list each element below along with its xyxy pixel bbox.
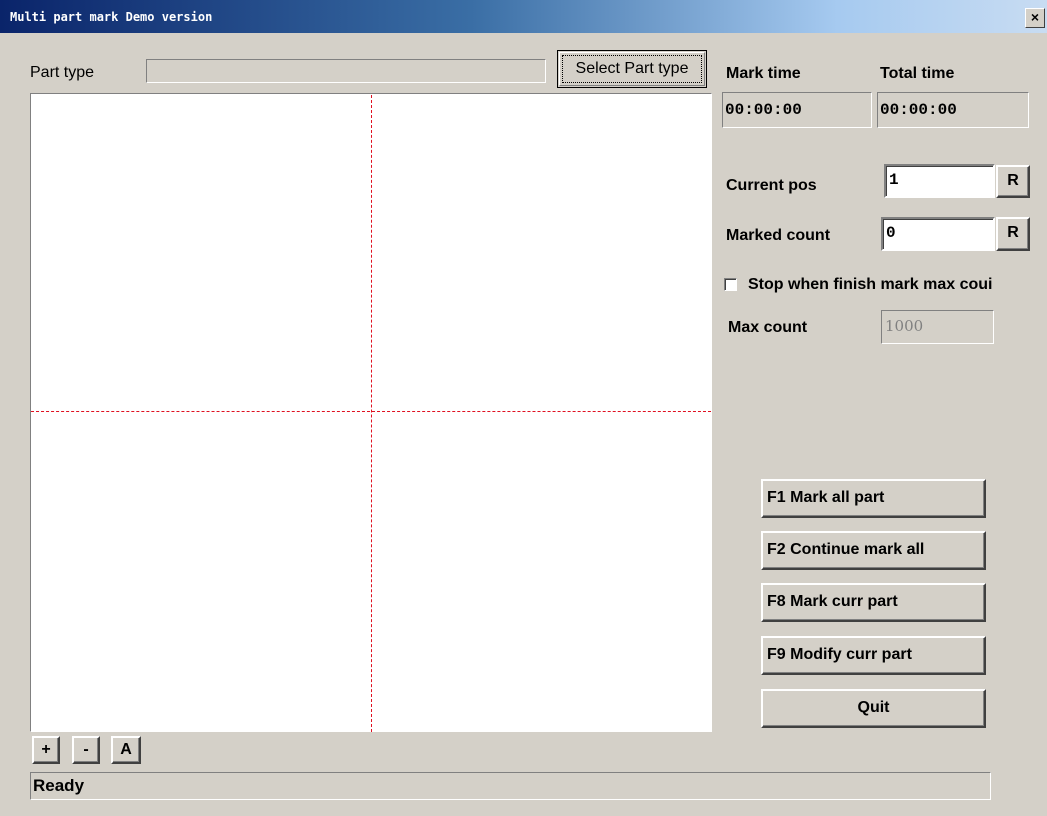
crosshair-horizontal [31, 411, 711, 412]
select-part-type-label: Select Part type [562, 55, 702, 83]
quit-label: Quit [857, 699, 890, 716]
select-part-type-button[interactable]: Select Part type [557, 50, 707, 88]
quit-button[interactable]: Quit [761, 689, 986, 728]
marked-count-value: 0 [886, 224, 896, 242]
mark-all-button[interactable]: F1 Mark all part [761, 479, 986, 518]
auto-fit-label: A [120, 741, 132, 758]
close-button[interactable]: × [1025, 8, 1045, 28]
current-pos-reset-label: R [1007, 172, 1019, 189]
mark-time-field: 00:00:00 [722, 92, 872, 128]
mark-curr-part-button[interactable]: F8 Mark curr part [761, 583, 986, 622]
current-pos-value: 1 [889, 171, 899, 189]
part-type-label: Part type [30, 64, 95, 81]
zoom-in-button[interactable]: + [32, 736, 60, 764]
crosshair-vertical [371, 95, 372, 732]
current-pos-input[interactable]: 1 [884, 164, 995, 198]
stop-max-count-checkbox[interactable] [724, 278, 737, 291]
marked-count-input[interactable]: 0 [881, 217, 995, 251]
total-time-value: 00:00:00 [880, 101, 957, 119]
max-count-label: Max count [728, 319, 808, 336]
continue-mark-all-button[interactable]: F2 Continue mark all [761, 531, 986, 570]
mark-curr-part-label: F8 Mark curr part [767, 593, 898, 610]
part-type-field [146, 59, 546, 83]
mark-time-value: 00:00:00 [725, 101, 802, 119]
zoom-in-label: + [41, 741, 51, 758]
part-type-value [147, 63, 151, 79]
total-time-label: Total time [880, 65, 955, 82]
mark-all-label: F1 Mark all part [767, 489, 885, 506]
marked-count-reset-label: R [1007, 224, 1019, 241]
marked-count-reset-button[interactable]: R [996, 217, 1030, 251]
status-text: Ready [33, 776, 85, 795]
max-count-value: 1000 [885, 317, 924, 335]
status-bar: Ready [30, 772, 991, 800]
current-pos-reset-button[interactable]: R [996, 165, 1030, 198]
continue-mark-all-label: F2 Continue mark all [767, 541, 925, 558]
modify-curr-part-button[interactable]: F9 Modify curr part [761, 636, 986, 675]
current-pos-label: Current pos [726, 177, 817, 194]
marked-count-label: Marked count [726, 227, 831, 244]
zoom-out-label: - [83, 741, 89, 758]
auto-fit-button[interactable]: A [111, 736, 141, 764]
max-count-input: 1000 [881, 310, 994, 344]
zoom-out-button[interactable]: - [72, 736, 100, 764]
window-title: Multi part mark Demo version [10, 10, 213, 24]
stop-max-count-label[interactable]: Stop when finish mark max coui [748, 274, 1044, 296]
mark-time-label: Mark time [726, 65, 801, 82]
total-time-field: 00:00:00 [877, 92, 1029, 128]
modify-curr-part-label: F9 Modify curr part [767, 646, 912, 663]
